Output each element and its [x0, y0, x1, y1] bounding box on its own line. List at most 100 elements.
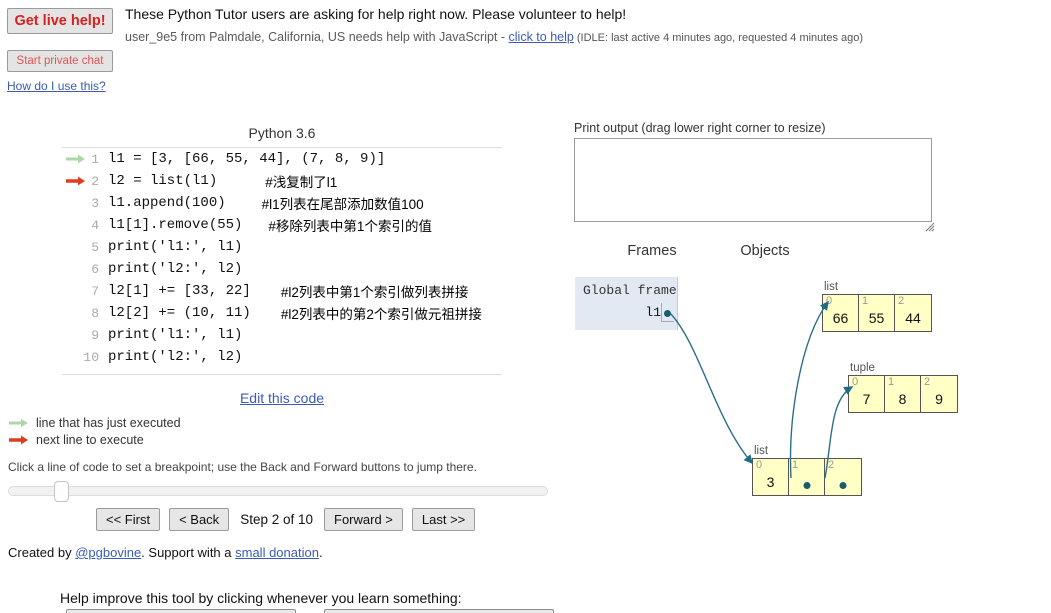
print-output-box[interactable]: [574, 138, 932, 222]
object-outer-list: list 0 3 1 2: [752, 445, 862, 496]
cell-value: 7: [862, 391, 871, 407]
breakpoint-note: Click a line of code to set a breakpoint…: [8, 460, 477, 474]
code-line-text: print('l1:', l1): [108, 239, 243, 255]
cell-index: 2: [924, 376, 931, 388]
code-line-number: 8: [91, 305, 99, 321]
python-tutor-page: Get live help! Start private chat How do…: [0, 0, 1051, 613]
object-tuple: tuple 0 7 1 8 2 9: [848, 362, 958, 413]
cell-index: 2: [898, 295, 905, 307]
cell-pointer-dot: [839, 482, 847, 489]
cell-index: 0: [852, 376, 859, 388]
code-line[interactable]: 7 l2[1] += [33, 22] #l2列表中第1个索引做列表拼接: [62, 280, 502, 302]
improve-button-left[interactable]: [66, 609, 296, 613]
code-line[interactable]: 5 print('l1:', l1): [62, 236, 502, 258]
code-line-text: print('l1:', l1): [108, 327, 243, 343]
code-line-text: l2 = list(l1): [108, 173, 218, 189]
cell-value: 9: [935, 391, 943, 407]
cell-value: 66: [832, 310, 849, 326]
code-line-number: 4: [91, 217, 99, 233]
code-line-text: print('l2:', l2): [108, 261, 243, 277]
get-live-help-button[interactable]: Get live help!: [7, 8, 113, 34]
object-type-label: tuple: [850, 362, 875, 374]
cell-pointer-dot: [803, 482, 810, 489]
cell-value: 3: [766, 474, 775, 490]
object-cell: 1: [789, 459, 825, 495]
code-line-text: l1.append(100): [108, 195, 226, 211]
code-line-number: 6: [91, 261, 99, 277]
code-line[interactable]: 8 l2[2] += (10, 11) #l2列表中的第2个索引做元祖拼接: [62, 302, 502, 324]
object-cell: 2: [825, 459, 861, 495]
object-type-label: list: [824, 281, 839, 293]
object-type-label: list: [754, 445, 769, 457]
object-inner-list: list 0 66 1 55 2 44: [822, 281, 932, 332]
object-cells: 0 66 1 55 2 44: [822, 294, 932, 332]
code-line[interactable]: 3 l1.append(100) #l1列表在尾部添加数值100: [62, 192, 502, 214]
improve-buttons: [66, 609, 554, 613]
support-text: . Support with a: [141, 545, 236, 560]
help-headline: These Python Tutor users are asking for …: [125, 6, 627, 22]
legend-next-line-label: next line to execute: [36, 432, 144, 447]
code-line-comment: #浅复制了l1: [265, 175, 338, 190]
created-by-text: Created by: [8, 545, 76, 560]
click-to-help-link[interactable]: click to help: [509, 30, 574, 44]
code-line[interactable]: 4 l1[1].remove(55) #移除列表中第1个索引的值: [62, 214, 502, 236]
cell-index: 0: [756, 459, 763, 471]
cell-value: 44: [905, 310, 921, 326]
code-line-text: l2[1] += [33, 22]: [108, 283, 251, 299]
objects-header: Objects: [740, 243, 790, 259]
back-button[interactable]: < Back: [169, 508, 230, 531]
object-cell: 18: [885, 376, 921, 412]
code-line[interactable]: 9 print('l1:', l1): [62, 324, 502, 346]
improve-button-right[interactable]: [324, 609, 554, 613]
how-do-i-use-this-link[interactable]: How do I use this?: [7, 79, 106, 93]
cell-index: 1: [792, 459, 799, 471]
green-arrow-icon: [66, 154, 85, 164]
donation-link[interactable]: small donation: [235, 545, 319, 560]
resize-grip-icon[interactable]: [925, 222, 935, 232]
code-display[interactable]: 1 l1 = [3, [66, 55, 44], (7, 8, 9)] 2 l2 = …: [62, 147, 502, 375]
help-request-row: user_9e5 from Palmdale, California, US n…: [125, 30, 863, 44]
red-arrow-icon: [9, 435, 28, 444]
first-button[interactable]: << First: [96, 508, 161, 531]
code-line-comment: #l2列表中的第2个索引做元祖拼接: [280, 307, 482, 322]
cell-value: 55: [868, 310, 885, 326]
legend-next-line: next line to execute: [8, 431, 181, 448]
step-slider-handle[interactable]: [54, 481, 69, 502]
help-request-text: user_9e5 from Palmdale, California, US n…: [125, 30, 509, 44]
global-frame: Global frame l1: [575, 277, 678, 330]
object-cell: 29: [921, 376, 957, 412]
pointer-dot-l1: [664, 310, 671, 317]
last-button[interactable]: Last >>: [411, 508, 476, 531]
edit-this-code-link[interactable]: Edit this code: [62, 390, 502, 406]
author-link[interactable]: @pgbovine: [75, 545, 141, 560]
object-cell: 07: [849, 376, 885, 412]
cell-value: 8: [898, 391, 907, 407]
code-line[interactable]: 1 l1 = [3, [66, 55, 44], (7, 8, 9)]: [62, 148, 502, 170]
object-cell: 0 66: [823, 295, 859, 331]
legend-just-executed-label: line that has just executed: [36, 415, 181, 430]
language-label: Python 3.6: [248, 125, 316, 141]
code-line-number: 7: [91, 283, 99, 299]
start-private-chat-button[interactable]: Start private chat: [7, 50, 113, 72]
code-line-text: l1 = [3, [66, 55, 44], (7, 8, 9)]: [108, 151, 386, 167]
object-cells: 03 1 2: [752, 458, 862, 496]
code-line-text: l2[2] += (10, 11): [108, 305, 251, 321]
cell-index: 0: [826, 295, 833, 307]
execution-legend: line that has just executed next line to…: [8, 414, 181, 448]
code-line[interactable]: 6 print('l2:', l2): [62, 258, 502, 280]
code-line-text: print('l2:', l2): [108, 349, 243, 365]
code-line[interactable]: 2 l2 = list(l1) #浅复制了l1: [62, 170, 502, 192]
cell-index: 1: [862, 295, 869, 307]
code-line-text: l1[1].remove(55): [108, 217, 243, 233]
code-line[interactable]: 10 print('l2:', l2): [62, 346, 502, 368]
global-frame-variable-l1: l1: [645, 305, 661, 320]
improve-prompt: Help improve this tool by clicking whene…: [60, 590, 462, 606]
frames-header: Frames: [627, 243, 677, 259]
step-counter: Step 2 of 10: [240, 512, 313, 527]
green-arrow-icon: [9, 418, 28, 427]
arrow-l1-to-outer-list: [669, 312, 753, 465]
code-line-number: 10: [83, 349, 99, 365]
forward-button[interactable]: Forward >: [324, 508, 403, 531]
step-slider-track[interactable]: [8, 486, 548, 496]
code-line-comment: #移除列表中第1个索引的值: [268, 219, 432, 234]
